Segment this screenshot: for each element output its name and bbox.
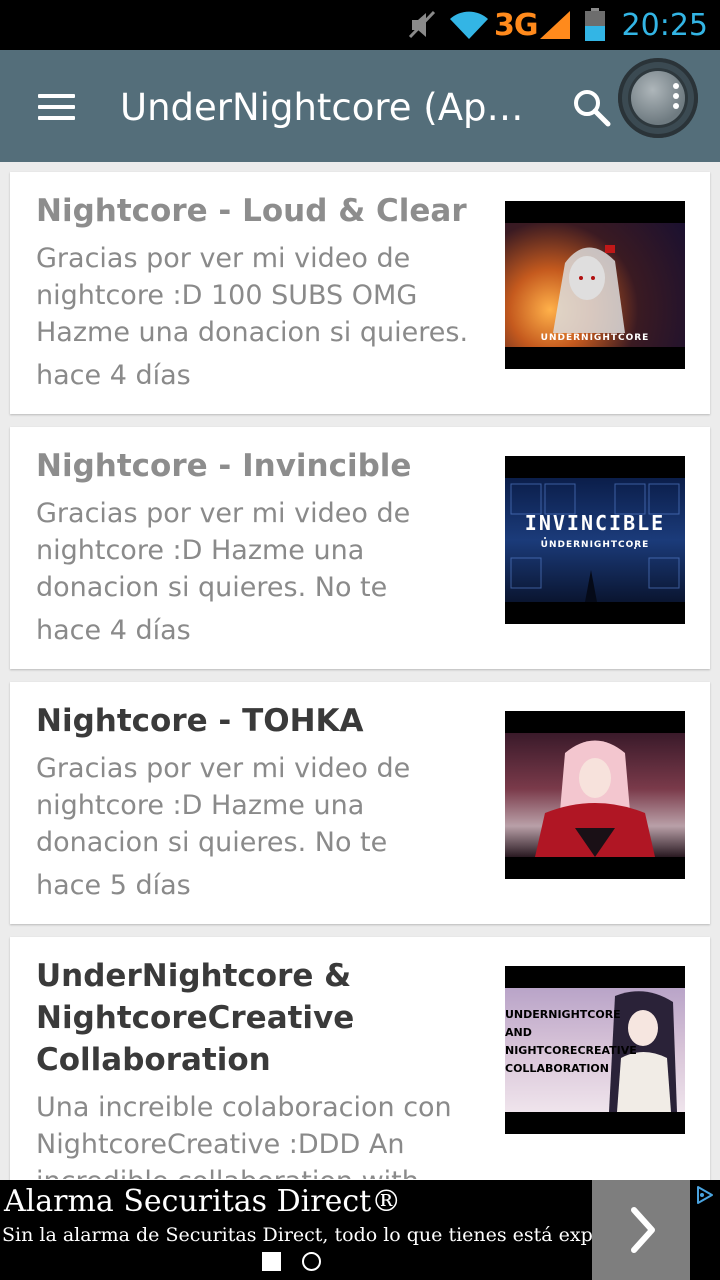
thumbnail-caption: UNDERNIGHTCORE (540, 540, 650, 550)
video-card[interactable]: Nightcore - Invincible Gracias por ver m… (10, 427, 710, 669)
video-title: Nightcore - Loud & Clear (36, 193, 467, 229)
thumbnail-caption: UNDERNIGHTCORE (540, 333, 650, 343)
video-description: Una increible colaboracion con Nightcore… (36, 1092, 452, 1179)
thumbnail-title: INVINCIBLE (524, 511, 666, 535)
video-title: Nightcore - Invincible (36, 448, 412, 484)
ad-title[interactable]: Alarma Securitas Direct® (4, 1184, 401, 1219)
video-description: Gracias por ver mi video de nightcore :D… (36, 753, 411, 858)
video-date: hace 4 días (36, 360, 191, 391)
thumbnail-line: AND (505, 1026, 532, 1039)
video-date: hace 4 días (36, 615, 191, 646)
search-icon[interactable] (570, 86, 614, 130)
ad-banner[interactable]: Alarma Securitas Direct® Sin la alarma d… (0, 1180, 720, 1280)
video-description: Gracias por ver mi video de nightcore :D… (36, 498, 411, 603)
video-card[interactable]: Nightcore - Loud & Clear Gracias por ver… (10, 172, 710, 414)
clock: 20:25 (621, 7, 708, 43)
video-card[interactable]: Nightcore - TOHKA Gracias por ver mi vid… (10, 682, 710, 924)
video-thumbnail[interactable]: UNDERNIGHTCORE AND NIGHTCORECREATIVE COL… (505, 966, 685, 1134)
video-description: Gracias por ver mi video de nightcore :D… (36, 243, 469, 348)
ad-text[interactable]: Sin la alarma de Securitas Direct, todo … (2, 1224, 651, 1246)
thumbnail-line: COLLABORATION (505, 1062, 609, 1075)
hamburger-menu-icon[interactable] (38, 94, 75, 120)
video-thumbnail[interactable] (505, 711, 685, 879)
adchoices-icon[interactable] (694, 1184, 716, 1206)
video-card[interactable]: UnderNightcore & NightcoreCreative Colla… (10, 937, 710, 1197)
carousel-indicator[interactable] (302, 1252, 321, 1271)
video-thumbnail[interactable]: UNDERNIGHTCORE (505, 201, 685, 369)
app-title: UnderNightcore (App… (120, 86, 540, 129)
video-thumbnail[interactable]: INVINCIBLE UNDERNIGHTCORE (505, 456, 685, 624)
video-title: UnderNightcore & NightcoreCreative Colla… (36, 958, 355, 1078)
network-type-label: 3G (494, 7, 538, 43)
video-date: hace 5 días (36, 870, 191, 901)
battery-icon (584, 0, 606, 50)
signal-icon (538, 0, 572, 50)
app-bar: UnderNightcore (App… (0, 50, 720, 162)
video-title: Nightcore - TOHKA (36, 703, 364, 739)
ad-arrow-button[interactable] (592, 1180, 690, 1280)
status-bar: 3G 20:25 (0, 0, 720, 50)
mute-icon (408, 0, 436, 50)
thumbnail-line: UNDERNIGHTCORE (505, 1008, 621, 1021)
thumbnail-line: NIGHTCORECREATIVE (505, 1044, 637, 1057)
wifi-icon (448, 0, 490, 50)
carousel-indicator-active[interactable] (262, 1252, 281, 1271)
chevron-right-icon (631, 1207, 655, 1253)
overflow-menu-icon[interactable] (618, 58, 698, 138)
